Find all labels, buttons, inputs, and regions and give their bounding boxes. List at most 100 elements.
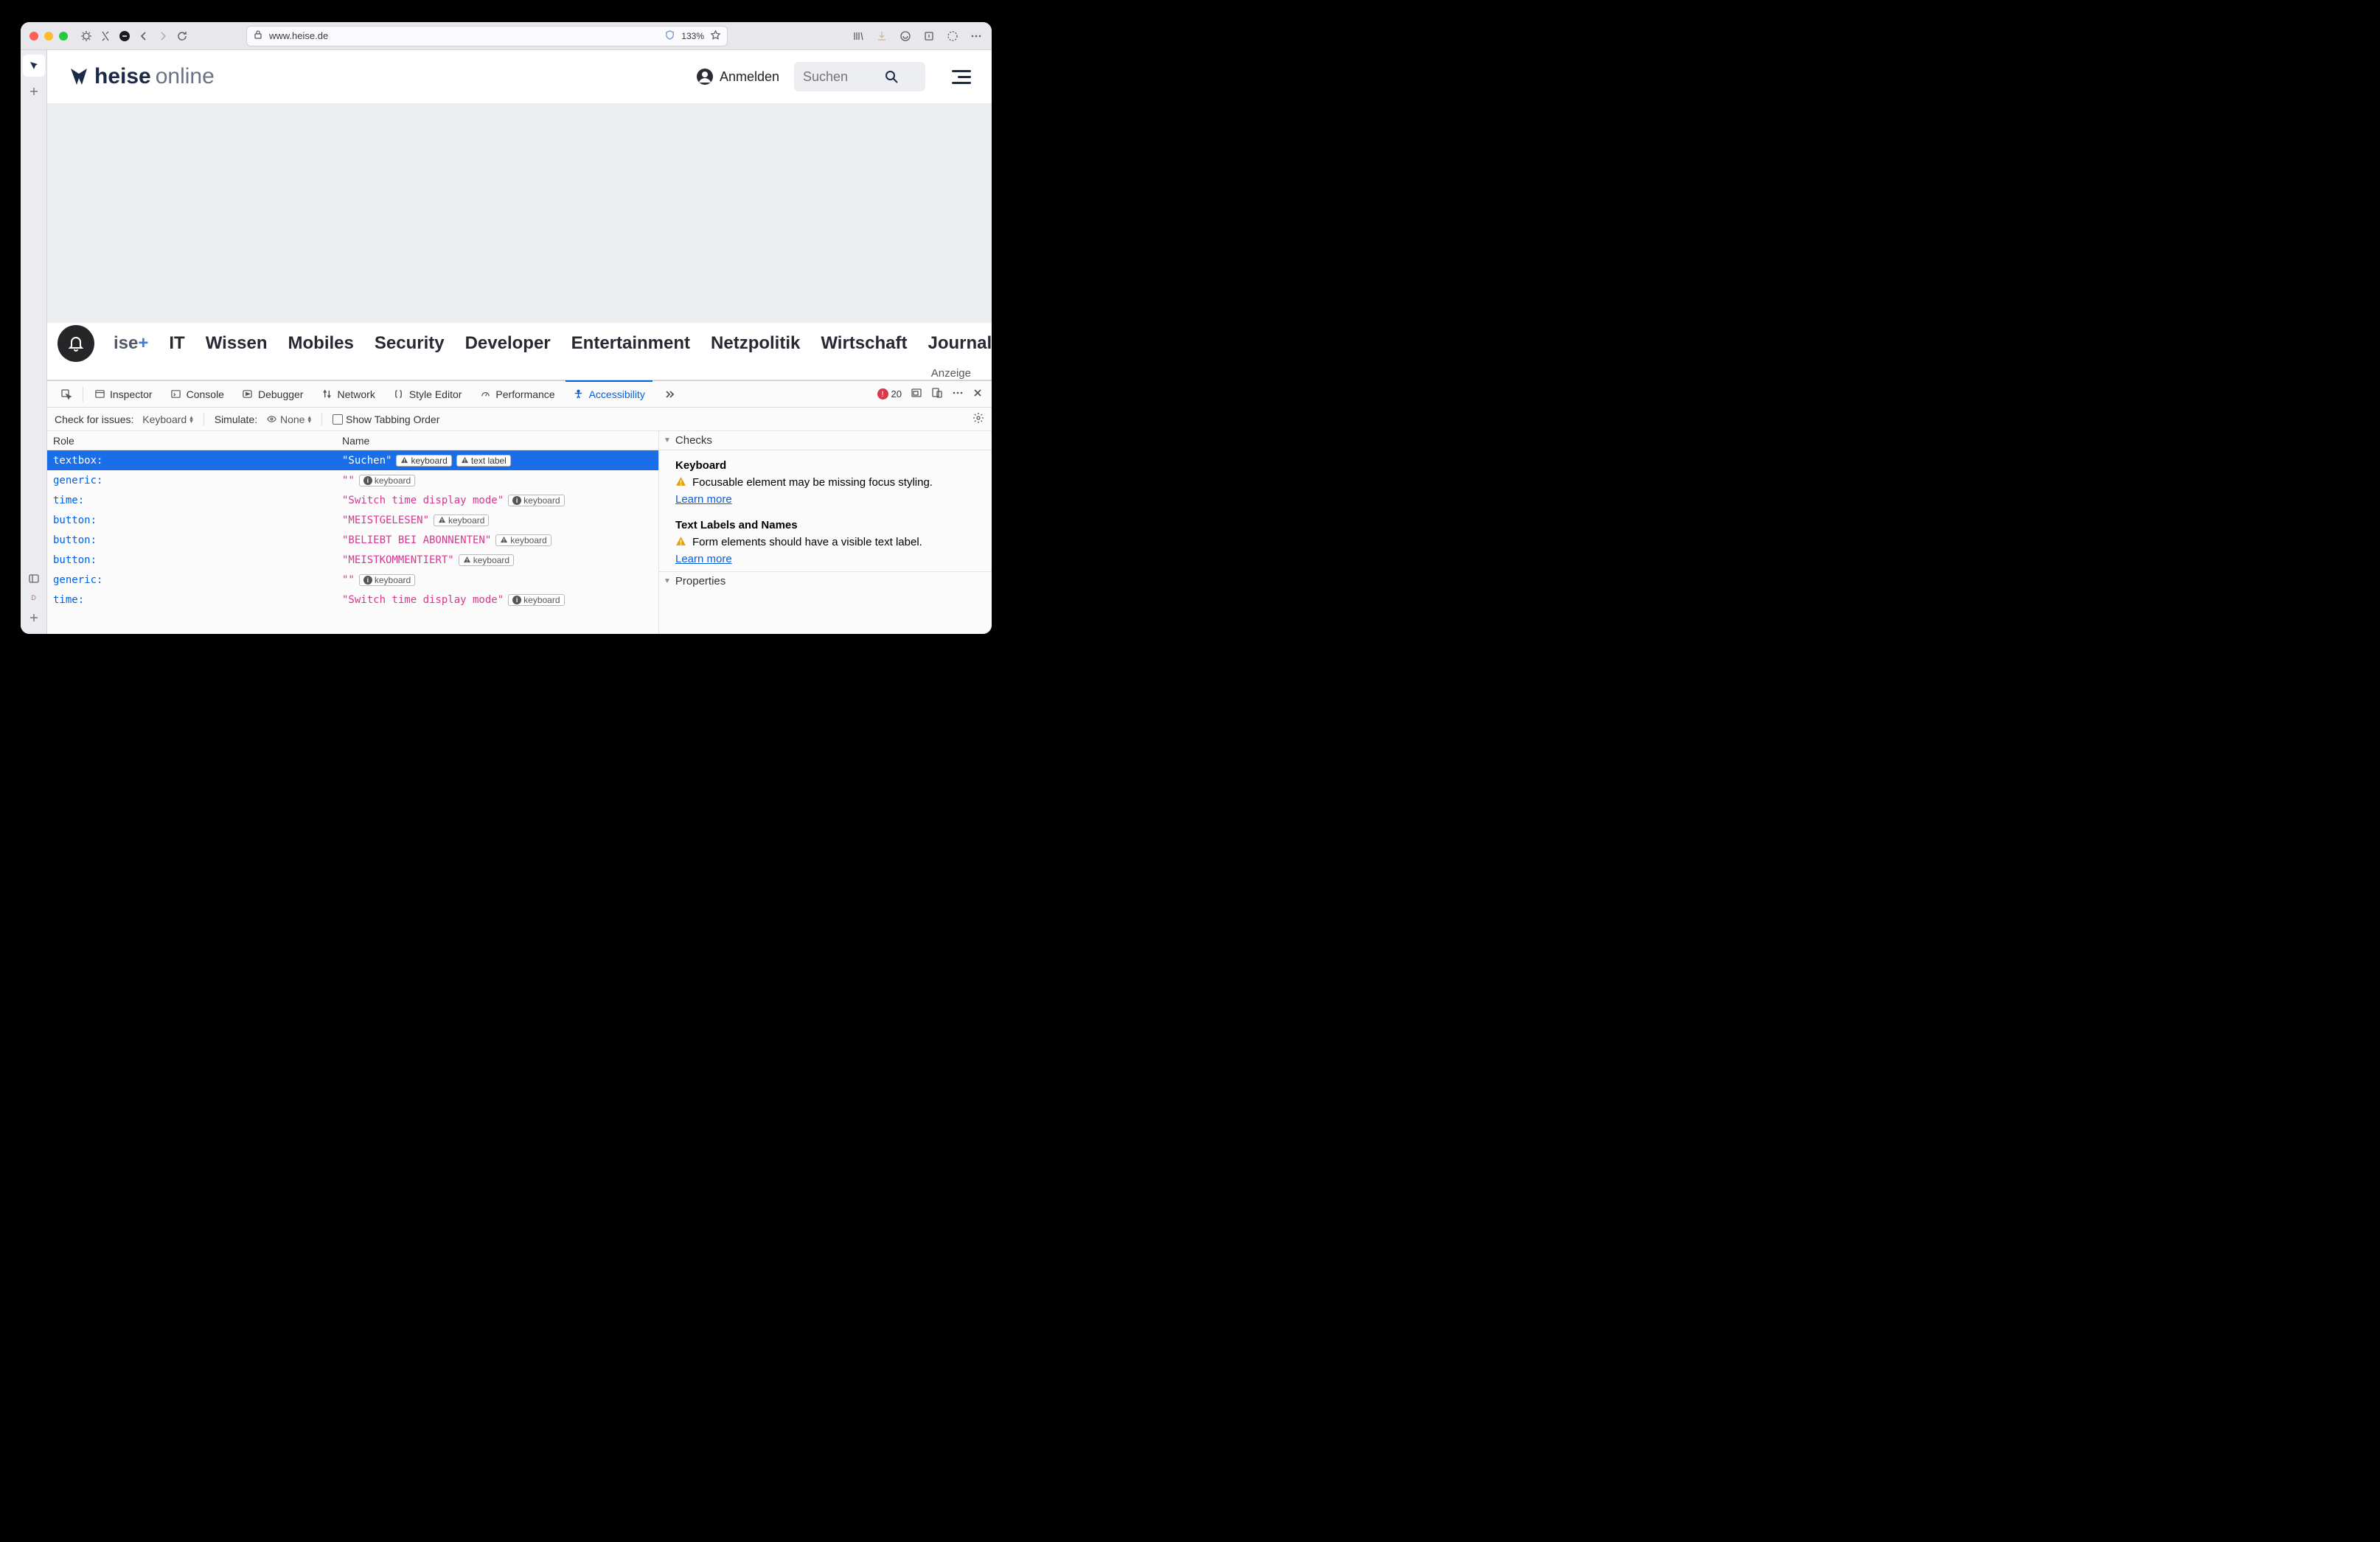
column-role[interactable]: Role bbox=[47, 435, 342, 447]
checks-header[interactable]: ▼ Checks bbox=[659, 431, 992, 450]
checks-pane: ▼ Checks KeyboardFocusable element may b… bbox=[658, 431, 992, 634]
disclosure-triangle-icon: ▼ bbox=[664, 577, 671, 585]
tree-row[interactable]: time:"Switch time display mode"ikeyboard bbox=[47, 490, 658, 510]
bookmark-icon[interactable] bbox=[710, 29, 721, 43]
site-header: heise online Anmelden bbox=[47, 50, 992, 103]
extensions-button[interactable] bbox=[80, 29, 93, 43]
tab-accessibility[interactable]: Accessibility bbox=[566, 381, 653, 407]
devtools-panel: Inspector Console Debugger Network Style… bbox=[47, 380, 992, 634]
tab-console[interactable]: Console bbox=[163, 381, 232, 407]
tree-name: "MEISTGELESEN"keyboard bbox=[342, 514, 489, 526]
tab-inspector[interactable]: Inspector bbox=[86, 381, 160, 407]
nav-item[interactable]: Wissen bbox=[206, 333, 268, 354]
nav-item[interactable]: Wirtschaft bbox=[821, 333, 907, 354]
overflow-menu-icon[interactable] bbox=[970, 29, 983, 43]
tree-row[interactable]: button:"MEISTGELESEN"keyboard bbox=[47, 510, 658, 530]
devtools-menu-icon[interactable] bbox=[952, 387, 964, 401]
nav-item[interactable]: Netzpolitik bbox=[711, 333, 800, 354]
download-icon[interactable] bbox=[875, 29, 888, 43]
ad-label: Anzeige bbox=[47, 364, 992, 380]
responsive-mode-icon[interactable] bbox=[931, 387, 943, 401]
tab-debugger[interactable]: Debugger bbox=[234, 381, 311, 407]
tree-row[interactable]: button:"MEISTKOMMENTIERT"keyboard bbox=[47, 550, 658, 570]
extension-icon-2[interactable] bbox=[922, 29, 936, 43]
tab-network[interactable]: Network bbox=[313, 381, 382, 407]
tab-performance[interactable]: Performance bbox=[472, 381, 562, 407]
error-icon: ! bbox=[877, 388, 888, 400]
url-text: www.heise.de bbox=[269, 30, 658, 41]
extension-icon-1[interactable] bbox=[899, 29, 912, 43]
warning-badge: keyboard bbox=[434, 514, 489, 526]
privacy-button[interactable] bbox=[118, 29, 131, 43]
reload-button[interactable] bbox=[175, 29, 189, 43]
toolbar-right bbox=[852, 29, 983, 43]
back-button[interactable] bbox=[137, 29, 150, 43]
tree-role: generic: bbox=[53, 475, 342, 486]
close-window-button[interactable] bbox=[29, 32, 38, 41]
zoom-level[interactable]: 133% bbox=[681, 31, 704, 41]
url-bar[interactable]: www.heise.de 133% bbox=[246, 26, 728, 46]
sync-button[interactable] bbox=[99, 29, 112, 43]
column-name[interactable]: Name bbox=[342, 435, 658, 447]
tree-row[interactable]: generic:""ikeyboard bbox=[47, 470, 658, 490]
nav-item[interactable]: Entertainment bbox=[571, 333, 690, 354]
error-count[interactable]: !20 bbox=[877, 388, 902, 400]
checkbox-icon bbox=[333, 414, 343, 425]
check-message: Focusable element may be missing focus s… bbox=[675, 476, 981, 490]
search-input[interactable] bbox=[803, 69, 877, 85]
browser-window: www.heise.de 133% bbox=[21, 22, 992, 634]
tree-row[interactable]: button:"BELIEBT BEI ABONNENTEN"keyboard bbox=[47, 530, 658, 550]
accessibility-tree: Role Name textbox:"Suchen"keyboardtext l… bbox=[47, 431, 658, 634]
pick-element-button[interactable] bbox=[53, 381, 80, 407]
info-badge: ikeyboard bbox=[359, 574, 415, 586]
learn-more-link[interactable]: Learn more bbox=[675, 493, 732, 506]
chevron-updown-icon: ▴▾ bbox=[307, 416, 311, 423]
properties-header[interactable]: ▼ Properties bbox=[659, 571, 992, 590]
learn-more-link[interactable]: Learn more bbox=[675, 553, 732, 565]
nav-item[interactable]: Journal bbox=[928, 333, 992, 354]
maximize-window-button[interactable] bbox=[59, 32, 68, 41]
tree-name: "Suchen"keyboardtext label bbox=[342, 455, 511, 467]
minimize-window-button[interactable] bbox=[44, 32, 53, 41]
tree-role: button: bbox=[53, 514, 342, 526]
simulate-select[interactable]: Simulate: None ▴▾ bbox=[215, 414, 311, 425]
search-box[interactable] bbox=[794, 62, 925, 91]
nav-item[interactable]: IT bbox=[169, 333, 184, 354]
warning-icon bbox=[675, 476, 686, 490]
main-nav: ise+ IT Wissen Mobiles Security Develope… bbox=[47, 323, 992, 364]
nav-item[interactable]: Developer bbox=[465, 333, 551, 354]
tab-style-editor[interactable]: Style Editor bbox=[386, 381, 470, 407]
nav-item[interactable]: Mobiles bbox=[288, 333, 354, 354]
tree-role: time: bbox=[53, 594, 342, 606]
tree-role: button: bbox=[53, 534, 342, 546]
login-button[interactable]: Anmelden bbox=[696, 68, 779, 86]
warning-badge: keyboard bbox=[396, 455, 451, 467]
warning-badge: keyboard bbox=[459, 554, 514, 566]
extension-icon-3[interactable] bbox=[946, 29, 959, 43]
tree-name: "MEISTKOMMENTIERT"keyboard bbox=[342, 554, 514, 566]
iframe-picker-icon[interactable] bbox=[911, 387, 922, 401]
settings-icon[interactable] bbox=[972, 412, 984, 426]
tabbing-order-checkbox[interactable]: Show Tabbing Order bbox=[333, 414, 439, 425]
tree-role: textbox: bbox=[53, 455, 342, 467]
check-issues-select[interactable]: Check for issues: Keyboard ▴▾ bbox=[55, 414, 193, 425]
nav-brand[interactable]: ise+ bbox=[114, 333, 148, 354]
active-tab[interactable] bbox=[23, 55, 45, 77]
sidebar-add-button[interactable] bbox=[24, 607, 44, 628]
notifications-button[interactable] bbox=[58, 325, 94, 362]
library-icon[interactable] bbox=[852, 29, 865, 43]
tabs-overflow[interactable] bbox=[655, 381, 682, 407]
info-badge: ikeyboard bbox=[508, 495, 564, 506]
new-tab-button[interactable] bbox=[24, 81, 44, 102]
nav-item[interactable]: Security bbox=[375, 333, 445, 354]
close-devtools-icon[interactable] bbox=[972, 388, 983, 400]
menu-button[interactable] bbox=[952, 70, 971, 84]
tree-row[interactable]: time:"Switch time display mode"ikeyboard bbox=[47, 590, 658, 610]
tree-row[interactable]: textbox:"Suchen"keyboardtext label bbox=[47, 450, 658, 470]
tree-role: button: bbox=[53, 554, 342, 566]
tree-row[interactable]: generic:""ikeyboard bbox=[47, 570, 658, 590]
panel-toggle-icon[interactable] bbox=[28, 573, 40, 588]
site-logo[interactable]: heise online bbox=[68, 64, 215, 89]
shield-icon[interactable] bbox=[664, 29, 675, 43]
forward-button[interactable] bbox=[156, 29, 170, 43]
